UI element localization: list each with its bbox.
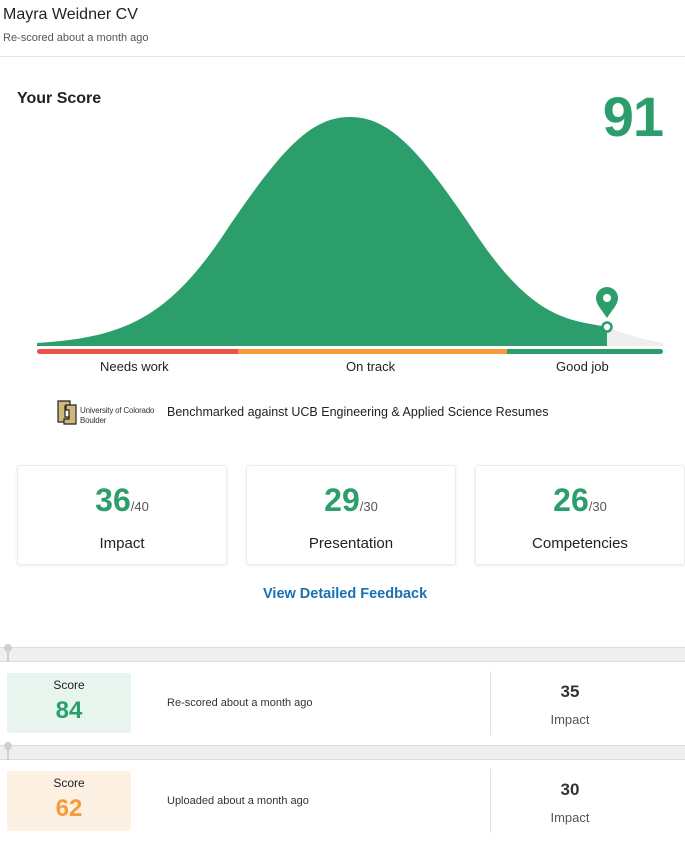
history-score-caption: Score — [53, 678, 85, 692]
timeline-separator — [0, 745, 685, 760]
university-logo-icon — [57, 400, 77, 425]
timeline-connector — [7, 650, 9, 662]
band-on-track-bar — [238, 349, 507, 354]
category-max: /40 — [130, 499, 149, 514]
curve-filled-area — [37, 117, 607, 346]
history-metric-label: Impact — [550, 712, 590, 727]
history-status: Uploaded about a month ago — [167, 795, 309, 807]
score-distribution-curve — [37, 117, 663, 346]
history-score-caption: Score — [53, 776, 85, 790]
band-label-good-job: Good job — [556, 359, 609, 374]
history-metric-value: 30 — [560, 780, 580, 799]
band-needs-work-bar — [37, 349, 238, 354]
document-subtitle: Re-scored about a month ago — [3, 32, 149, 44]
history-score-value: 62 — [55, 795, 83, 822]
category-label: Presentation — [308, 535, 394, 552]
curve-remainder — [607, 327, 663, 346]
category-score: 36 — [95, 482, 131, 518]
history-metric-value: 35 — [560, 682, 580, 701]
history-row[interactable]: Score 62 Uploaded about a month ago 30 I… — [0, 760, 685, 844]
history-metric-label: Impact — [550, 810, 590, 825]
timeline-separator — [0, 647, 685, 662]
category-card-impact[interactable]: 36/40 Impact — [17, 465, 227, 565]
page-header: Mayra Weidner CV Re-scored about a month… — [0, 0, 685, 57]
band-label-needs-work: Needs work — [100, 359, 169, 374]
category-score: 29 — [324, 482, 360, 518]
history-score-box: Score 62 — [7, 771, 131, 831]
benchmark-text: Benchmarked against UCB Engineering & Ap… — [167, 405, 549, 419]
history-status: Re-scored about a month ago — [167, 697, 313, 709]
document-title: Mayra Weidner CV — [3, 6, 138, 23]
category-max: /30 — [359, 499, 378, 514]
category-card-presentation[interactable]: 29/30 Presentation — [246, 465, 456, 565]
score-marker-pin-icon — [596, 287, 618, 333]
history-score-box: Score 84 — [7, 673, 131, 733]
view-detailed-feedback-link[interactable]: View Detailed Feedback — [263, 586, 427, 602]
timeline-connector — [7, 748, 9, 760]
category-label: Competencies — [532, 535, 628, 552]
category-max: /30 — [588, 499, 607, 514]
university-logo-text: University of Colorado Boulder — [80, 406, 155, 425]
history-score-value: 84 — [55, 697, 83, 724]
category-card-competencies[interactable]: 26/30 Competencies — [475, 465, 685, 565]
band-label-on-track: On track — [346, 359, 396, 374]
category-label: Impact — [99, 535, 145, 552]
category-score: 26 — [553, 482, 589, 518]
band-good-job-bar — [507, 349, 663, 354]
history-row[interactable]: Score 84 Re-scored about a month ago 35 … — [0, 662, 685, 746]
